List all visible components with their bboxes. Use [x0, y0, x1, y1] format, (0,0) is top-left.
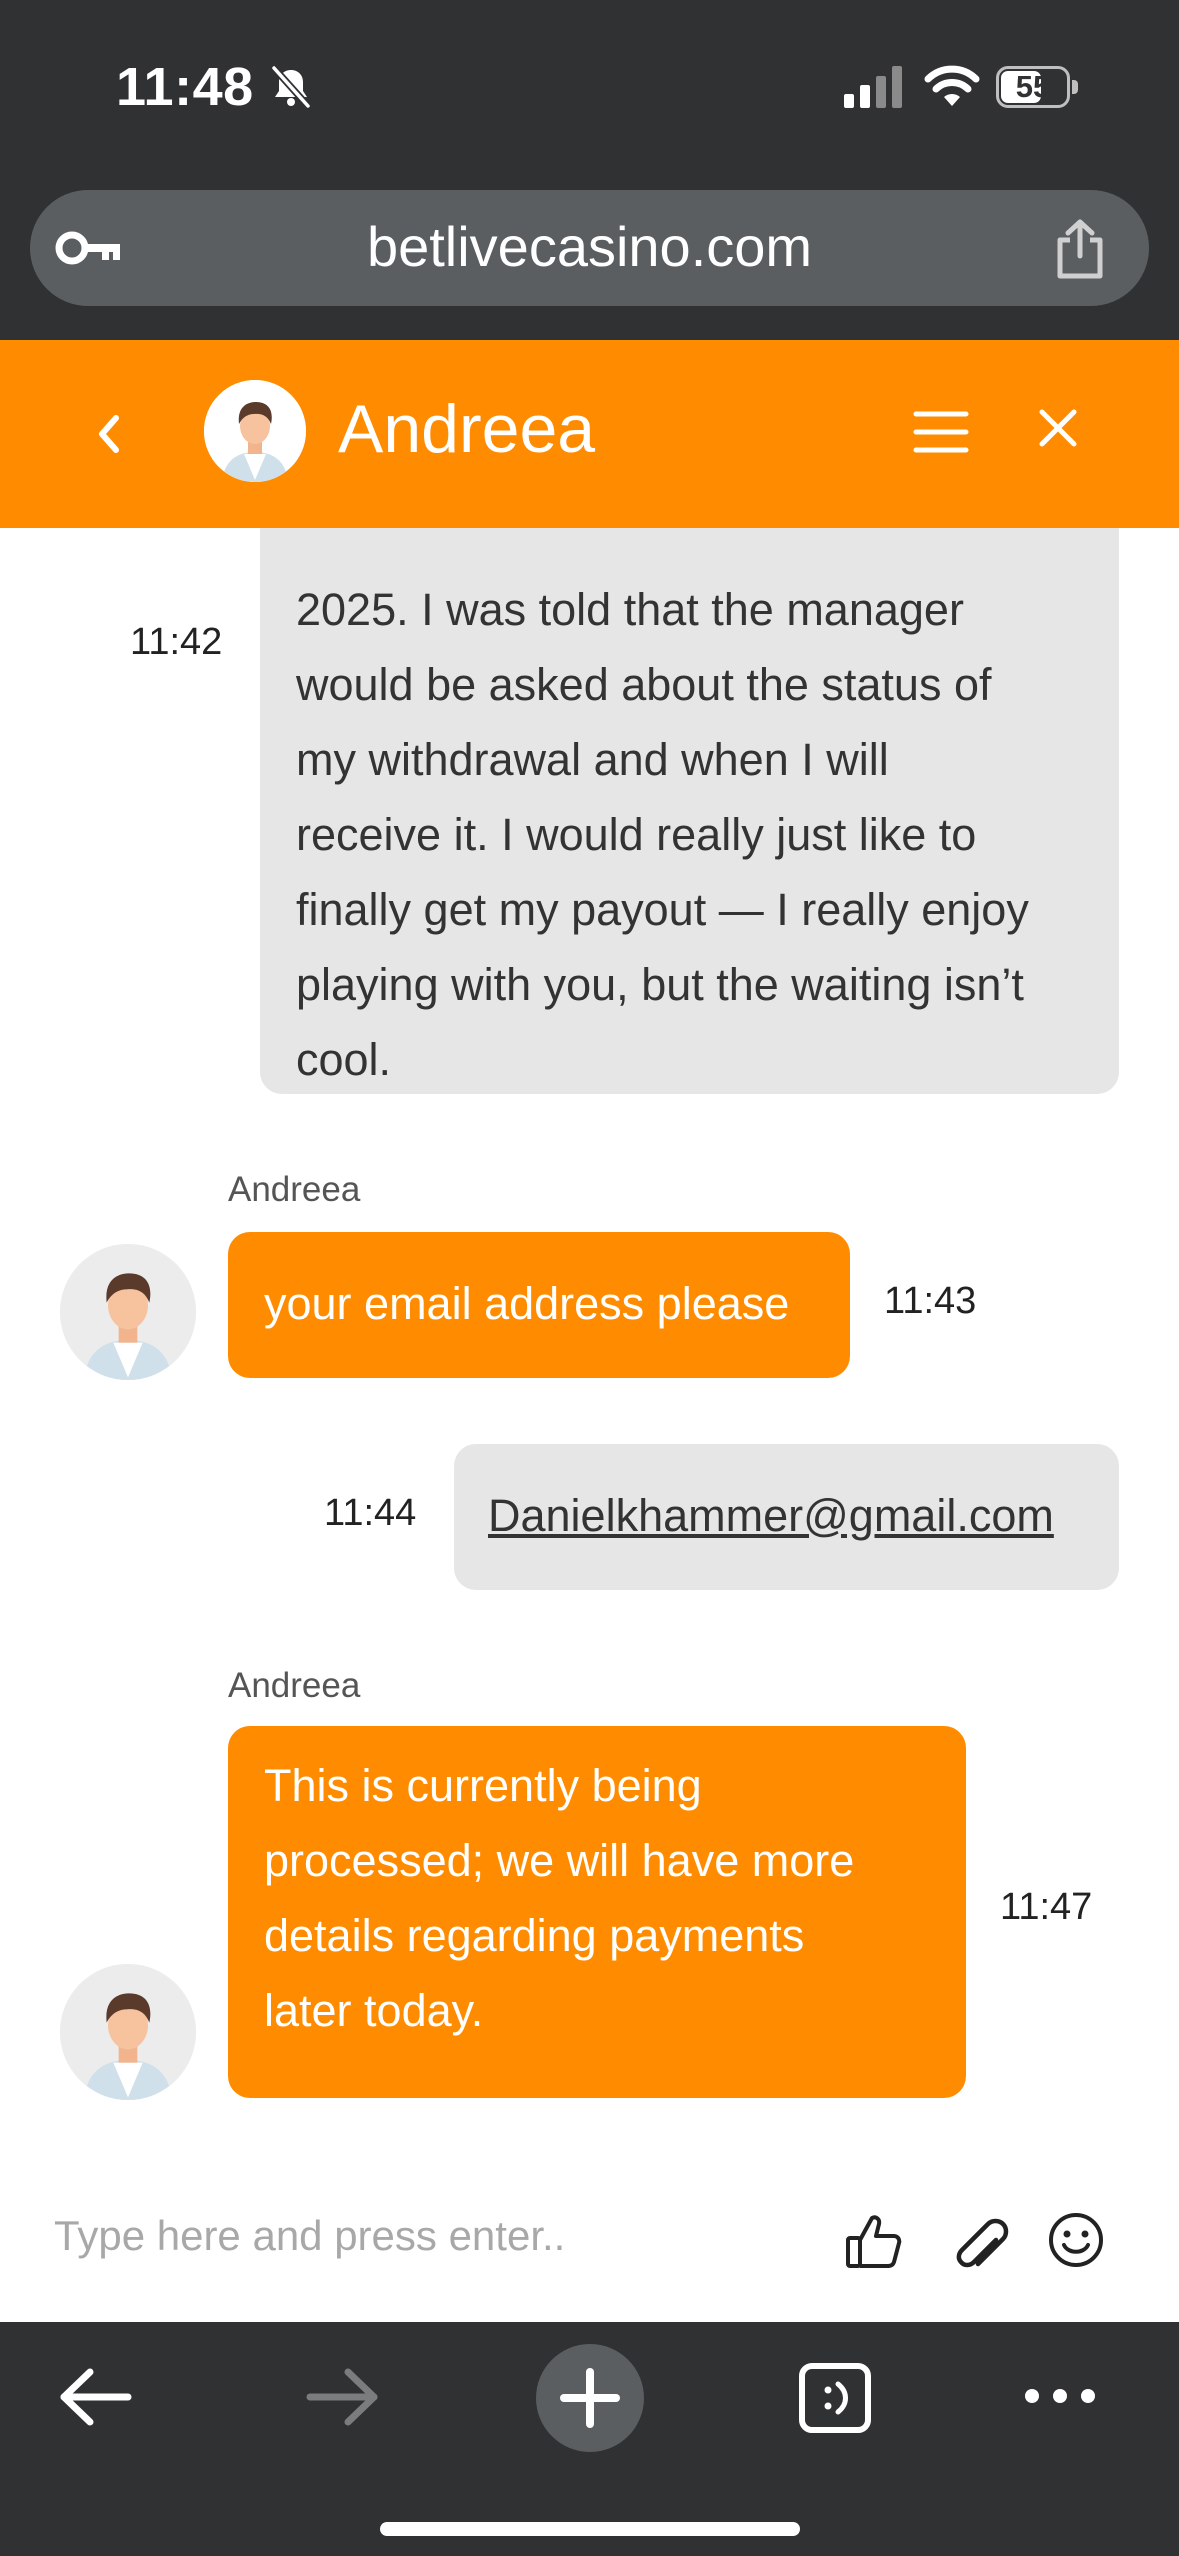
agent-message: your email address please — [228, 1232, 850, 1378]
agent-avatar — [60, 1964, 196, 2100]
message-line: details regarding payments — [264, 1910, 805, 1961]
cellular-signal-icon — [844, 66, 902, 108]
thumbs-up-icon[interactable] — [842, 2210, 904, 2272]
sender-name: Andreea — [228, 1170, 361, 1209]
new-tab-button[interactable] — [536, 2344, 644, 2452]
tabs-icon[interactable] — [796, 2362, 874, 2434]
close-icon[interactable] — [1036, 406, 1080, 450]
message-line: later today. — [264, 1985, 484, 2036]
agent-avatar — [204, 380, 306, 482]
home-indicator[interactable] — [380, 2522, 800, 2536]
email-link[interactable]: Danielkhammer@gmail.com — [488, 1478, 1119, 1553]
status-time: 11:48 — [116, 57, 254, 117]
agent-message: This is currently being processed; we wi… — [228, 1726, 966, 2098]
message-line: processed; we will have more — [264, 1835, 855, 1886]
more-options-icon[interactable] — [1022, 2378, 1098, 2414]
wifi-icon — [924, 65, 980, 106]
battery-icon: 55 — [996, 66, 1078, 108]
message-line: would be asked about the status of — [296, 659, 992, 710]
agent-avatar — [60, 1244, 196, 1380]
user-message: 2025. I was told that the manager would … — [260, 528, 1119, 1094]
message-list[interactable]: 11:42 2025. I was told that the manager … — [0, 528, 1179, 2158]
message-time: 11:44 — [324, 1492, 417, 1534]
chat-header: Andreea — [0, 340, 1179, 528]
chevron-left-icon[interactable] — [84, 404, 134, 464]
bell-slash-icon — [271, 65, 311, 109]
message-line: 2025. I was told that the manager — [296, 584, 964, 635]
message-time: 11:47 — [1000, 1886, 1093, 1928]
smiley-icon[interactable] — [1046, 2210, 1106, 2270]
message-composer — [0, 2158, 1179, 2322]
message-line: receive it. I would really just like to — [296, 809, 977, 860]
browser-toolbar — [0, 2322, 1179, 2556]
agent-name: Andreea — [338, 391, 596, 467]
message-input[interactable] — [54, 2212, 814, 2260]
paperclip-icon[interactable] — [948, 2210, 1010, 2272]
sender-name: Andreea — [228, 1666, 361, 1705]
message-time: 11:42 — [130, 621, 223, 663]
message-line: your email address please — [264, 1278, 790, 1329]
battery-level: 55 — [1015, 69, 1051, 104]
message-line: cool. — [296, 1034, 392, 1085]
message-line: This is currently being — [264, 1760, 702, 1811]
message-line: finally get my payout — I really enjoy — [296, 884, 1029, 935]
plus-icon — [560, 2368, 620, 2428]
forward-arrow-icon[interactable] — [302, 2362, 382, 2432]
address-bar[interactable]: betlivecasino.com — [30, 190, 1149, 306]
url-text[interactable]: betlivecasino.com — [30, 214, 1149, 279]
message-time: 11:43 — [884, 1280, 977, 1322]
back-arrow-icon[interactable] — [56, 2362, 136, 2432]
user-message: Danielkhammer@gmail.com — [454, 1444, 1119, 1590]
message-line: my withdrawal and when I will — [296, 734, 889, 785]
message-line: playing with you, but the waiting isn’t — [296, 959, 1024, 1010]
hamburger-menu-icon[interactable] — [912, 406, 970, 458]
browser-top-bar: 11:48 55 betlivecasino.com — [0, 0, 1179, 340]
share-icon[interactable] — [1050, 218, 1110, 280]
